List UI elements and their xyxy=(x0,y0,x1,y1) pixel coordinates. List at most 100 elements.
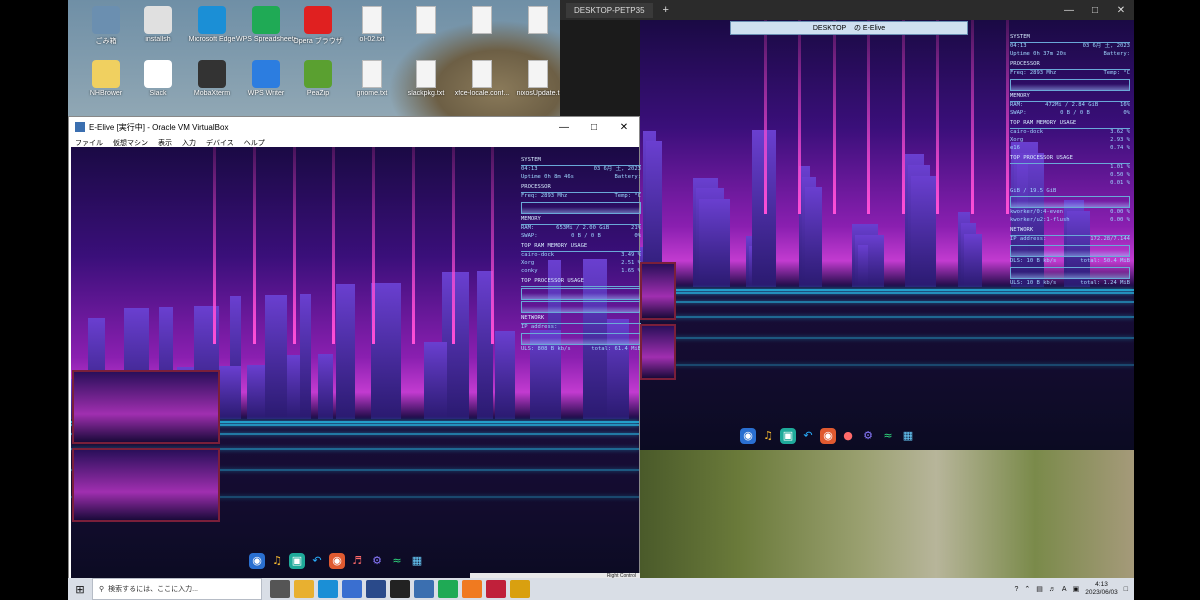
desktop-icon[interactable]: Opera ブラウザ xyxy=(288,6,348,46)
app-orange-icon[interactable] xyxy=(462,580,482,598)
filezilla-icon[interactable] xyxy=(510,580,530,598)
desktop-icon[interactable]: WPS Writer xyxy=(236,60,296,97)
ime-mode-icon[interactable]: ▣ xyxy=(1073,585,1080,593)
time: 04:13 xyxy=(521,165,538,172)
desktop-icon[interactable]: NHBrower xyxy=(76,60,136,97)
wallpaper-light-beam xyxy=(332,147,336,345)
window-thumbnail[interactable] xyxy=(640,324,676,380)
powershell-icon[interactable] xyxy=(366,580,386,598)
folder-icon[interactable] xyxy=(294,580,314,598)
maximize-button[interactable]: □ xyxy=(579,122,609,133)
vm-titlebar[interactable]: E-Elive [実行中] - Oracle VM VirtualBox — □… xyxy=(69,117,639,137)
screen: ごみ箱 installsh Microsoft Edge WPS Spreadshee… xyxy=(0,0,1200,600)
desktop-icon[interactable]: installsh xyxy=(128,6,188,43)
settings-icon[interactable]: ⚙ xyxy=(860,428,876,444)
kworker-value: 0.00 % xyxy=(1110,209,1130,216)
connection-bar[interactable]: DESKTOP の E-Elive xyxy=(730,21,968,35)
net-graph xyxy=(521,332,641,345)
camera-icon[interactable]: ◉ xyxy=(820,428,836,444)
volume-icon[interactable]: ♬ xyxy=(1049,586,1056,593)
desktop-icon-image xyxy=(304,60,332,88)
desktop-icon[interactable]: PeaZip xyxy=(288,60,348,97)
wallpaper-light-beam xyxy=(411,147,415,345)
files-icon[interactable]: ▣ xyxy=(289,553,305,569)
terminal-icon[interactable] xyxy=(390,580,410,598)
trash-icon[interactable]: ▦ xyxy=(409,553,425,569)
undo-icon[interactable]: ↶ xyxy=(800,428,816,444)
undo-icon[interactable]: ↶ xyxy=(309,553,325,569)
ram-value: 472Mi / 2.84 GiB xyxy=(1045,101,1099,108)
volume-icon[interactable]: ♬ xyxy=(349,553,365,569)
wps-icon[interactable] xyxy=(438,580,458,598)
settings-icon[interactable]: ⚙ xyxy=(369,553,385,569)
desktop-icon[interactable]: Slack xyxy=(128,60,188,97)
notification-icon[interactable]: □ xyxy=(1124,586,1128,593)
mic-icon[interactable]: ● xyxy=(840,428,856,444)
music-icon[interactable]: ♫ xyxy=(760,428,776,444)
new-tab-button[interactable]: + xyxy=(653,4,679,16)
top-proc-header: TOP PROCESSOR USAGE xyxy=(1010,155,1130,164)
camera-icon[interactable]: ◉ xyxy=(329,553,345,569)
desktop-icon[interactable]: slackpkg.txt xyxy=(396,60,456,97)
search-box[interactable]: ⚲ 検索するには、ここに入力... xyxy=(92,578,262,600)
time: 04:13 xyxy=(1010,42,1027,49)
minimize-button[interactable]: — xyxy=(549,122,579,133)
virtualbox-icon[interactable] xyxy=(414,580,434,598)
window-thumbnail[interactable] xyxy=(72,370,220,444)
desktop-icon[interactable]: xfce-locale.conf... xyxy=(452,60,512,97)
desktop-icon-image xyxy=(252,6,280,34)
browser-icon[interactable]: ◉ xyxy=(740,428,756,444)
wifi-icon[interactable]: ≈ xyxy=(389,553,405,569)
remote-titlebar[interactable]: DESKTOP-PETP35 + — □ ✕ xyxy=(560,0,1134,20)
store-icon[interactable] xyxy=(342,580,362,598)
remote-desktop-window[interactable]: DESKTOP-PETP35 + — □ ✕ DESKTOP の E-Elive… xyxy=(560,0,1134,450)
desktop-icon[interactable]: MobaXterm xyxy=(182,60,242,97)
swap-label: SWAP: xyxy=(1010,109,1027,116)
edge-icon[interactable] xyxy=(318,580,338,598)
wifi-icon[interactable]: ≈ xyxy=(880,428,896,444)
clock-time: 4:13 xyxy=(1095,581,1108,589)
desktop-icon[interactable] xyxy=(452,6,512,36)
minimize-button[interactable]: — xyxy=(1056,5,1082,16)
close-button[interactable]: ✕ xyxy=(609,122,639,133)
task-view-icon[interactable] xyxy=(270,580,290,598)
desktop-icon[interactable]: WPS Spreadsheets xyxy=(236,6,296,43)
wallpaper-building xyxy=(300,293,311,419)
desktop-icon[interactable]: Microsoft Edge xyxy=(182,6,242,43)
proc-graph xyxy=(521,300,641,313)
files-icon[interactable]: ▣ xyxy=(780,428,796,444)
remote-tab[interactable]: DESKTOP-PETP35 xyxy=(566,2,653,18)
desktop-icon[interactable] xyxy=(508,6,568,36)
desktop-icon[interactable] xyxy=(396,6,456,36)
chevron-up-icon[interactable]: ⌃ xyxy=(1024,585,1030,593)
window-thumbnail[interactable] xyxy=(640,262,676,320)
connection-bar-session: の E-Elive xyxy=(853,25,886,32)
wallpaper-light-beam xyxy=(491,147,495,345)
desktop-icon[interactable]: gnome.txt xyxy=(342,60,402,97)
trash-icon[interactable]: ▦ xyxy=(900,428,916,444)
close-button[interactable]: ✕ xyxy=(1108,5,1134,16)
wallpaper-light-beam xyxy=(451,147,455,345)
dls: DLS: 10 B kb/s xyxy=(1010,258,1057,265)
wallpaper-building xyxy=(964,233,982,287)
desktop-icon[interactable]: nixosUpdate.t xyxy=(508,60,568,97)
maximize-button[interactable]: □ xyxy=(1082,5,1108,16)
network-icon[interactable]: ▤ xyxy=(1036,585,1043,593)
recorder-icon[interactable] xyxy=(486,580,506,598)
desktop-icon-image xyxy=(528,6,548,34)
music-icon[interactable]: ♫ xyxy=(269,553,285,569)
clock[interactable]: 4:13 2023/06/03 xyxy=(1085,581,1118,597)
uls: ULS: 10 B kb/s xyxy=(1010,280,1057,287)
browser-icon[interactable]: ◉ xyxy=(249,553,265,569)
cpu-graph xyxy=(1010,78,1130,91)
ime-indicator[interactable]: A xyxy=(1062,586,1067,593)
desktop-icon[interactable]: ol-02.txt xyxy=(342,6,402,43)
desktop-icon[interactable]: ごみ箱 xyxy=(76,6,136,46)
desktop-icon-image xyxy=(472,60,492,88)
dls-total: total: 50.4 MiB xyxy=(1080,258,1130,265)
desktop-icon-label: Opera ブラウザ xyxy=(293,38,343,45)
window-thumbnail[interactable] xyxy=(72,448,220,522)
help-icon[interactable]: ? xyxy=(1015,586,1019,593)
start-button[interactable]: ⊞ xyxy=(68,583,92,596)
desktop-icon-label: ol-02.txt xyxy=(359,36,385,43)
